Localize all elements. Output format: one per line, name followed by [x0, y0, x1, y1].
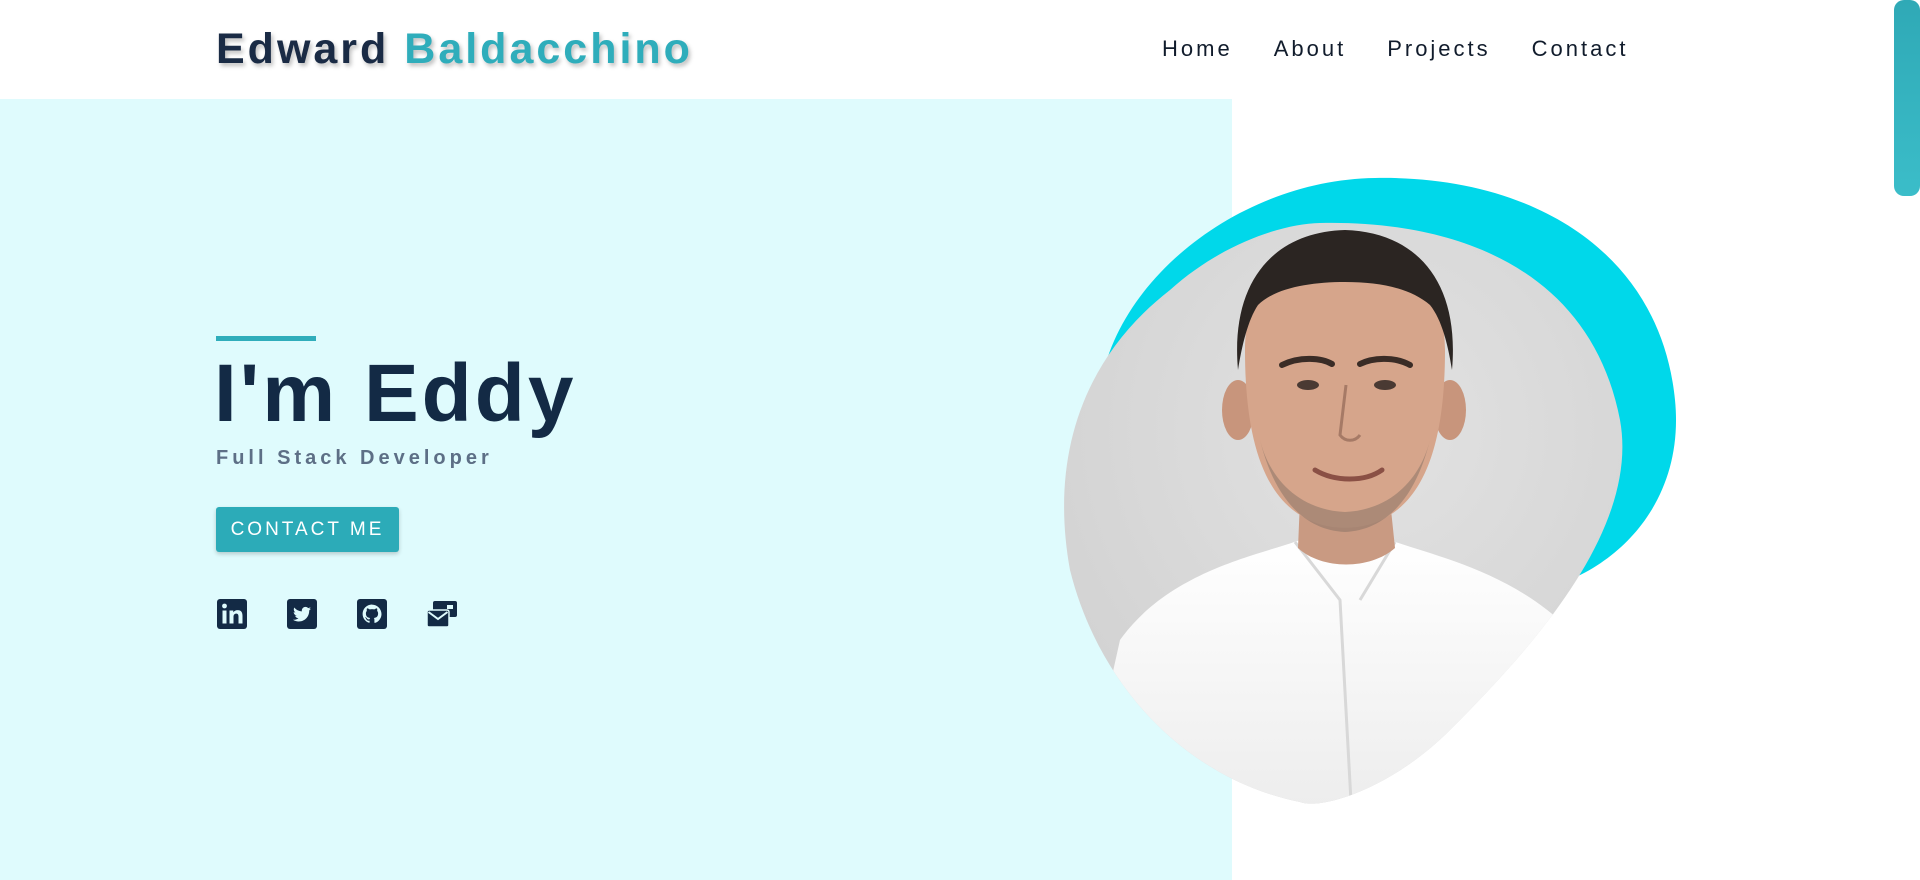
main-nav: Home About Projects Contact — [1162, 34, 1629, 64]
logo-first-name: Edward — [216, 25, 390, 73]
nav-home-link[interactable]: Home — [1162, 34, 1233, 64]
mail-icon[interactable] — [426, 598, 458, 630]
page-scrollbar[interactable] — [1894, 0, 1920, 196]
profile-photo — [1064, 177, 1677, 804]
nav-projects-link[interactable]: Projects — [1387, 34, 1490, 64]
hero-subtitle: Full Stack Developer — [216, 447, 493, 469]
twitter-icon[interactable] — [286, 598, 318, 630]
social-links — [216, 598, 458, 630]
logo-last-name: Baldacchino — [404, 25, 693, 73]
hero-title: I'm Eddy — [214, 348, 577, 439]
contact-me-button[interactable]: CONTACT ME — [216, 507, 399, 552]
nav-about-link[interactable]: About — [1274, 34, 1347, 64]
profile-portrait — [1060, 170, 1690, 820]
github-icon[interactable] — [356, 598, 388, 630]
linkedin-icon[interactable] — [216, 598, 248, 630]
site-header: Edward Baldacchino Home About Projects C… — [0, 0, 1920, 99]
nav-contact-link[interactable]: Contact — [1532, 34, 1629, 64]
title-accent-line — [216, 336, 316, 341]
hero-panel — [0, 99, 1232, 880]
site-logo[interactable]: Edward Baldacchino — [216, 22, 693, 76]
